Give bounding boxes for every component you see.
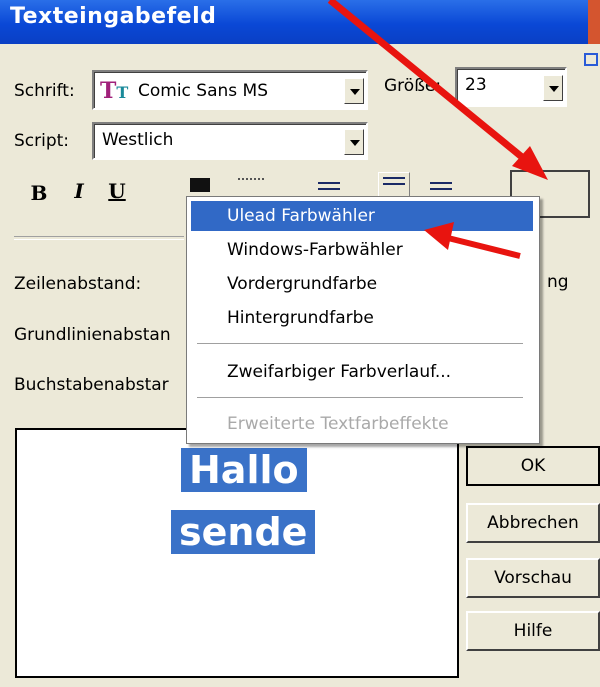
truetype-font-icon: TT [100, 78, 129, 104]
menu-separator [197, 397, 523, 398]
letter-spacing-label: Buchstabenabstar [14, 375, 169, 395]
menu-item-extended-text-effects: Erweiterte Textfarbeffekte [227, 414, 449, 434]
size-select[interactable]: 23 [455, 67, 567, 107]
divider [14, 236, 184, 240]
font-select[interactable]: TT Comic Sans MS [92, 70, 368, 110]
window-title: Texteingabefeld [10, 4, 217, 29]
bold-button[interactable]: B [22, 176, 56, 210]
help-button[interactable]: Hilfe [466, 611, 600, 651]
menu-item-two-color-gradient[interactable]: Zweifarbiger Farbverlauf... [191, 357, 533, 387]
baseline-spacing-label: Grundlinienabstan [14, 325, 171, 345]
menu-item-ulead-color-picker[interactable]: Ulead Farbwähler [191, 201, 533, 231]
ok-button[interactable]: OK [466, 446, 600, 486]
chevron-down-icon[interactable] [344, 78, 364, 104]
text-style-icon[interactable] [190, 178, 210, 192]
title-bar[interactable]: Texteingabefeld [0, 0, 600, 44]
font-label: Schrift: [14, 81, 75, 101]
script-label: Script: [14, 131, 70, 151]
menu-separator [197, 343, 523, 344]
strikethrough-icon[interactable] [238, 178, 264, 190]
chevron-down-icon[interactable] [543, 75, 563, 101]
preview-line-2: sende [171, 510, 316, 554]
font-value: Comic Sans MS [138, 81, 269, 101]
preview-button[interactable]: Vorschau [466, 558, 600, 598]
chevron-down-icon[interactable] [344, 129, 364, 155]
close-button[interactable] [588, 0, 600, 44]
color-context-menu: Ulead Farbwähler Windows-Farbwähler Vord… [186, 196, 540, 444]
menu-item-background-color[interactable]: Hintergrundfarbe [191, 303, 533, 333]
help-icon[interactable] [584, 53, 598, 66]
text-preview-area[interactable]: Hallo sende [15, 428, 459, 678]
size-label: Größe: [384, 76, 442, 96]
script-select[interactable]: Westlich [92, 122, 368, 160]
underline-button[interactable]: U [100, 174, 134, 208]
menu-item-foreground-color[interactable]: Vordergrundfarbe [191, 269, 533, 299]
line-spacing-label: Zeilenabstand: [14, 274, 142, 294]
script-value: Westlich [102, 130, 174, 150]
preview-line-1: Hallo [181, 448, 307, 492]
size-value: 23 [465, 75, 487, 95]
partial-label: ng [547, 272, 569, 292]
menu-item-windows-color-picker[interactable]: Windows-Farbwähler [191, 235, 533, 265]
italic-button[interactable]: I [62, 174, 96, 208]
cancel-button[interactable]: Abbrechen [466, 503, 600, 543]
